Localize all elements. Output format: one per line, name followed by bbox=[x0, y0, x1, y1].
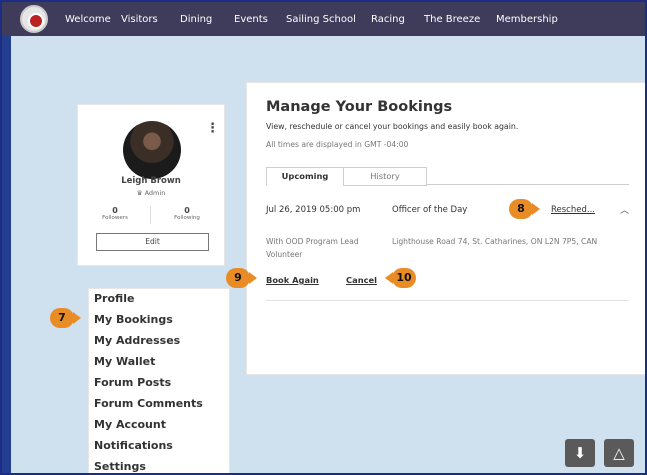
callout-8: 8 bbox=[509, 199, 540, 219]
kebab-icon[interactable]: ⋮ bbox=[206, 121, 219, 136]
menu-item-my-bookings[interactable]: My Bookings bbox=[94, 313, 173, 326]
avatar[interactable] bbox=[123, 121, 181, 179]
club-logo-icon[interactable] bbox=[20, 5, 48, 33]
booking-divider bbox=[266, 300, 629, 301]
profile-name: Leigh Brown bbox=[121, 176, 181, 186]
nav-the-breeze[interactable]: The Breeze bbox=[424, 2, 480, 36]
stat-divider bbox=[150, 206, 151, 224]
page-subtitle: View, reschedule or cancel your bookings… bbox=[266, 122, 519, 131]
menu-item-forum-posts[interactable]: Forum Posts bbox=[94, 376, 171, 389]
app-frame: Welcome Visitors Dining Events Sailing S… bbox=[0, 0, 647, 475]
callout-10: 10 bbox=[385, 268, 416, 288]
tab-history[interactable]: History bbox=[343, 167, 427, 186]
chevron-up-icon[interactable]: ︿ bbox=[620, 203, 629, 216]
reschedule-link[interactable]: Resched... bbox=[551, 205, 595, 215]
following-count: 0 bbox=[184, 206, 190, 215]
nav-visitors[interactable]: Visitors bbox=[121, 2, 158, 36]
followers-stat[interactable]: 0 Followers bbox=[80, 206, 150, 221]
download-icon[interactable]: ⬇ bbox=[565, 439, 595, 467]
menu-item-my-addresses[interactable]: My Addresses bbox=[94, 334, 180, 347]
book-again-link[interactable]: Book Again bbox=[266, 275, 319, 285]
followers-label: Followers bbox=[102, 215, 128, 221]
following-label: Following bbox=[174, 215, 200, 221]
menu-item-my-account[interactable]: My Account bbox=[94, 418, 166, 431]
nav-welcome[interactable]: Welcome bbox=[65, 2, 111, 36]
menu-item-notifications[interactable]: Notifications bbox=[94, 439, 173, 452]
timezone-note: All times are displayed in GMT -04:00 bbox=[266, 140, 409, 149]
page-title: Manage Your Bookings bbox=[266, 99, 453, 115]
booking-group: With OOD Program Lead Volunteer bbox=[266, 237, 359, 259]
crown-icon: ♛ bbox=[136, 189, 143, 197]
callout-9: 9 bbox=[226, 268, 257, 288]
tab-upcoming[interactable]: Upcoming bbox=[266, 167, 344, 186]
following-stat[interactable]: 0 Following bbox=[152, 206, 222, 221]
menu-item-forum-comments[interactable]: Forum Comments bbox=[94, 397, 203, 410]
menu-item-settings[interactable]: Settings bbox=[94, 460, 146, 473]
cancel-booking-link[interactable]: Cancel bbox=[346, 275, 377, 285]
profile-role: ♛ Admin bbox=[136, 189, 166, 197]
nav-membership[interactable]: Membership bbox=[496, 2, 558, 36]
bookings-panel: Manage Your Bookings View, reschedule or… bbox=[246, 82, 645, 375]
left-edge-strip bbox=[2, 36, 11, 473]
account-menu: Profile My Bookings My Addresses My Wall… bbox=[88, 288, 230, 473]
edit-profile-button[interactable]: Edit bbox=[96, 233, 209, 251]
top-navbar: Welcome Visitors Dining Events Sailing S… bbox=[2, 2, 645, 36]
booking-date: Jul 26, 2019 05:00 pm bbox=[266, 205, 361, 215]
booking-address: Lighthouse Road 74, St. Catharines, ON L… bbox=[392, 237, 598, 246]
menu-item-my-wallet[interactable]: My Wallet bbox=[94, 355, 155, 368]
drive-icon[interactable]: △ bbox=[604, 439, 634, 467]
nav-dining[interactable]: Dining bbox=[180, 2, 212, 36]
followers-count: 0 bbox=[112, 206, 118, 215]
callout-7: 7 bbox=[50, 308, 81, 328]
profile-card: ⋮ Leigh Brown ♛ Admin 0 Followers 0 Foll… bbox=[77, 104, 225, 266]
nav-racing[interactable]: Racing bbox=[371, 2, 405, 36]
menu-item-profile[interactable]: Profile bbox=[94, 292, 134, 305]
nav-sailing-school[interactable]: Sailing School bbox=[286, 2, 356, 36]
booking-event: Officer of the Day bbox=[392, 205, 468, 215]
nav-events[interactable]: Events bbox=[234, 2, 268, 36]
